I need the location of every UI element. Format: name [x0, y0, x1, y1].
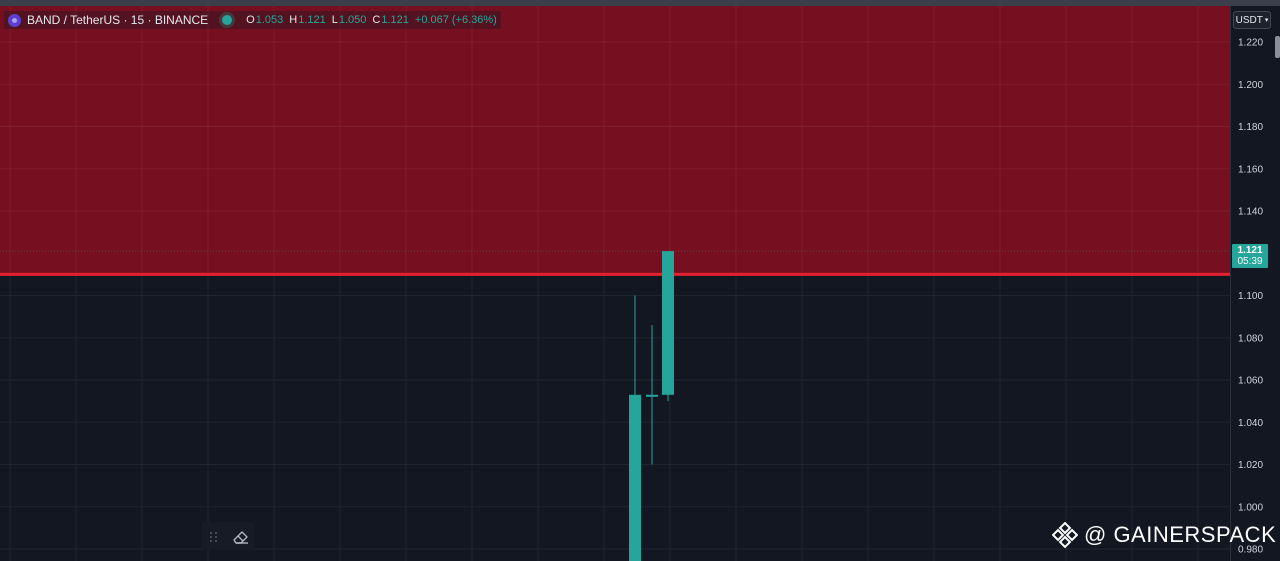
market-status-icon[interactable]: [222, 15, 233, 25]
open-value: 1.053: [255, 14, 284, 26]
drawing-toolbar: [202, 522, 254, 550]
price-tick-label: 1.020: [1238, 460, 1263, 471]
symbol-title[interactable]: BAND / TetherUS · 15 · BINANCE: [27, 13, 208, 27]
currency-selector[interactable]: USDT ▾: [1233, 11, 1271, 29]
high-value: 1.121: [298, 14, 326, 26]
price-tick-label: 1.040: [1238, 418, 1263, 429]
price-tick-label: 1.140: [1238, 207, 1263, 218]
drag-handle-icon[interactable]: [206, 528, 222, 544]
price-tick-label: 1.080: [1238, 333, 1263, 344]
price-tick-label: 1.000: [1238, 502, 1263, 513]
scrollbar-thumb[interactable]: [1275, 36, 1280, 58]
band-logo-icon[interactable]: [8, 13, 21, 27]
price-tick-label: 1.160: [1238, 164, 1263, 175]
price-tick-label: 1.220: [1238, 38, 1263, 49]
price-tick-label: 1.200: [1238, 80, 1263, 91]
last-price-value: 1.121: [1237, 245, 1263, 256]
binance-logo-icon: [1052, 522, 1078, 548]
candle: [629, 295, 641, 561]
price-tick-label: 1.100: [1238, 291, 1263, 302]
currency-label: USDT: [1235, 14, 1263, 26]
open-key: O: [246, 14, 255, 26]
change-value: +0.067 (+6.36%): [414, 14, 497, 26]
candles: [629, 251, 674, 561]
chart-pane[interactable]: [0, 6, 1230, 561]
price-axis-ticks: 1.220 1.200 1.180 1.160 1.140 1.100 1.080 1.060…: [1238, 38, 1263, 556]
chevron-down-icon: ▾: [1264, 17, 1269, 24]
watermark: @ GAINERSPACK: [1052, 520, 1276, 550]
price-tick-label: 1.180: [1238, 122, 1263, 133]
watermark-text: @ GAINERSPACK: [1084, 522, 1277, 547]
symbol-legend: BAND / TetherUS · 15 · BINANCE O1.053 H1…: [4, 11, 501, 29]
low-key: L: [331, 14, 338, 26]
high-key: H: [289, 14, 298, 26]
candle-body: [662, 251, 674, 395]
close-key: C: [372, 14, 381, 26]
candle-countdown: 05:39: [1237, 256, 1263, 267]
price-tick-label: 1.060: [1238, 376, 1263, 387]
ohlc-values: O1.053 H1.121 L1.050 C1.121 +0.067 (+6.3…: [246, 14, 497, 26]
candle: [646, 325, 658, 465]
candle: [662, 251, 674, 402]
resistance-zone: [0, 6, 1230, 275]
candle-body: [629, 394, 641, 561]
eraser-icon[interactable]: [230, 525, 252, 547]
chart-canvas: [0, 6, 1230, 561]
candle-body: [646, 394, 658, 397]
close-value: 1.121: [381, 14, 409, 26]
price-axis[interactable]: 1.220 1.200 1.180 1.160 1.140 1.100 1.080 1.060…: [1230, 6, 1280, 561]
low-value: 1.050: [338, 14, 367, 26]
last-price-label: 1.121 05:39: [1232, 244, 1268, 268]
